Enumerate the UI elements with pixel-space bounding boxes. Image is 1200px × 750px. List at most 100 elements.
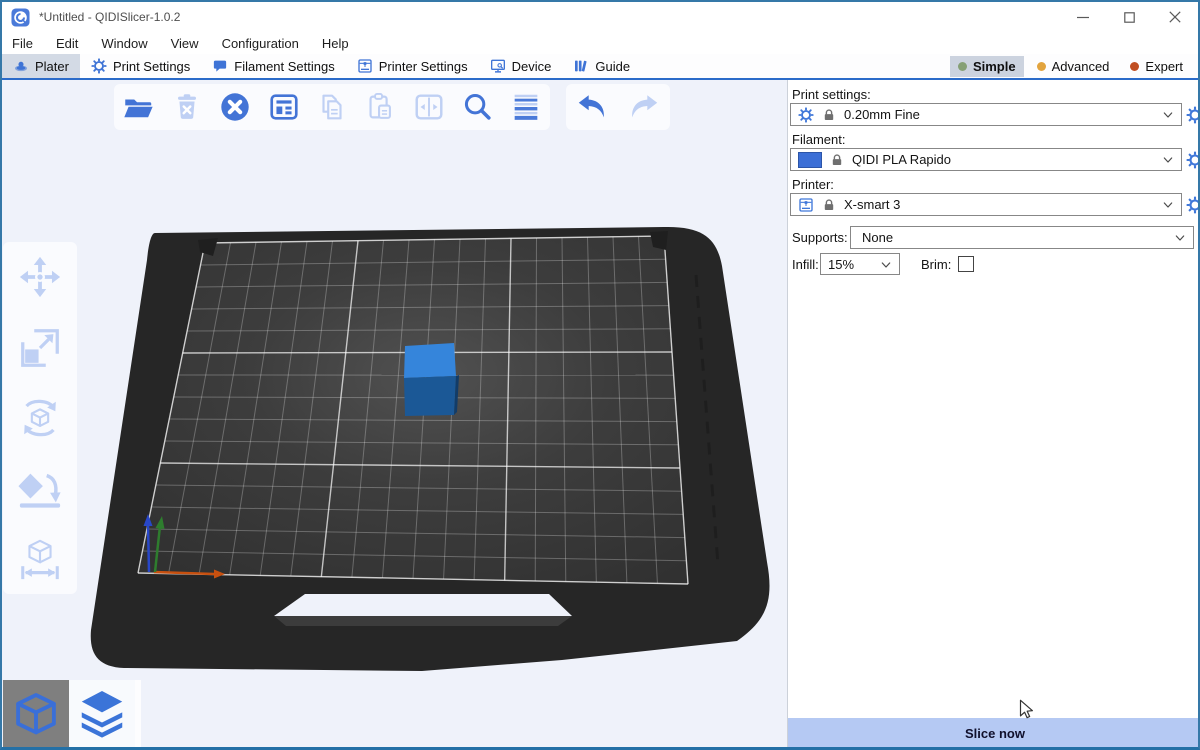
split-objects-button[interactable] — [412, 90, 446, 124]
menu-view[interactable]: View — [163, 34, 207, 53]
top-toolbar — [114, 84, 550, 130]
mode-expert[interactable]: Expert — [1122, 56, 1191, 77]
lock-icon — [830, 153, 844, 167]
copy-button[interactable] — [315, 90, 349, 124]
menu-configuration[interactable]: Configuration — [214, 34, 307, 53]
supports-label: Supports: — [792, 230, 848, 245]
edit-printer-button[interactable] — [1186, 196, 1200, 214]
edit-print-settings-button[interactable] — [1186, 106, 1200, 124]
mode-switcher: Simple Advanced Expert — [950, 54, 1198, 78]
advanced-mode-dot-icon — [1037, 62, 1046, 71]
filament-combo[interactable]: QIDI PLA Rapido — [790, 148, 1182, 171]
mode-label: Simple — [973, 59, 1016, 74]
model-cube[interactable] — [404, 343, 459, 416]
rotate-tool-button[interactable] — [17, 395, 63, 441]
print-settings-combo[interactable]: 0.20mm Fine — [790, 103, 1182, 126]
layers-preview-icon — [75, 687, 129, 741]
filament-label: Filament: — [792, 132, 845, 147]
mouse-cursor — [1015, 698, 1037, 720]
search-button[interactable] — [460, 90, 494, 124]
filament-icon — [212, 58, 228, 74]
tab-device[interactable]: Device — [479, 54, 563, 78]
chevron-down-icon — [1172, 230, 1188, 246]
supports-combo[interactable]: None — [850, 226, 1194, 249]
gear-icon — [91, 58, 107, 74]
printer-value: X-smart 3 — [844, 197, 900, 212]
redo-button[interactable] — [627, 90, 661, 124]
mode-advanced[interactable]: Advanced — [1029, 56, 1118, 77]
chevron-down-icon — [1160, 152, 1176, 168]
place-on-face-tool-button[interactable] — [17, 465, 63, 511]
slice-now-button[interactable]: Slice now — [788, 718, 1200, 749]
window-title: *Untitled - QIDISlicer-1.0.2 — [39, 10, 180, 24]
tab-label: Plater — [35, 59, 69, 74]
menu-window[interactable]: Window — [93, 34, 155, 53]
print-settings-label: Print settings: — [792, 87, 871, 102]
printer-icon — [357, 58, 373, 74]
settings-panel: Print settings: 0.20mm Fine Filament: QI… — [787, 80, 1200, 749]
infill-combo[interactable]: 15% — [820, 253, 900, 275]
printer-icon — [798, 197, 814, 213]
tab-label: Guide — [595, 59, 630, 74]
menu-help[interactable]: Help — [314, 34, 357, 53]
print-settings-value: 0.20mm Fine — [844, 107, 920, 122]
lock-icon — [822, 108, 836, 122]
infill-value: 15% — [828, 257, 854, 272]
app-window: *Untitled - QIDISlicer-1.0.2 File Edit W… — [0, 0, 1200, 750]
tab-print-settings[interactable]: Print Settings — [80, 54, 201, 78]
delete-all-button[interactable] — [218, 90, 252, 124]
expert-mode-dot-icon — [1130, 62, 1139, 71]
filament-color-swatch — [798, 152, 822, 168]
delete-button[interactable] — [170, 90, 204, 124]
left-toolbar — [3, 242, 77, 594]
lock-icon — [822, 198, 836, 212]
tab-label: Printer Settings — [379, 59, 468, 74]
mode-label: Expert — [1145, 59, 1183, 74]
tab-label: Print Settings — [113, 59, 190, 74]
move-tool-button[interactable] — [17, 254, 63, 300]
3d-editor-view-button[interactable] — [3, 680, 69, 747]
open-button[interactable] — [121, 90, 155, 124]
3d-scene[interactable] — [2, 80, 787, 749]
minimize-button[interactable] — [1060, 2, 1106, 32]
mode-label: Advanced — [1052, 59, 1110, 74]
printer-label: Printer: — [792, 177, 834, 192]
titlebar: *Untitled - QIDISlicer-1.0.2 — [2, 2, 1198, 32]
plater-icon — [13, 58, 29, 74]
edit-filament-button[interactable] — [1186, 151, 1200, 169]
tab-label: Filament Settings — [234, 59, 334, 74]
tabbar: Plater Print Settings Filament Settings … — [2, 54, 1198, 80]
tab-label: Device — [512, 59, 552, 74]
preview-view-button[interactable] — [69, 680, 135, 747]
maximize-button[interactable] — [1106, 2, 1152, 32]
printer-combo[interactable]: X-smart 3 — [790, 193, 1182, 216]
app-logo-icon — [11, 8, 30, 27]
menu-edit[interactable]: Edit — [48, 34, 86, 53]
undo-button[interactable] — [575, 90, 609, 124]
menu-file[interactable]: File — [4, 34, 41, 53]
3d-viewport[interactable] — [2, 80, 787, 749]
brim-checkbox[interactable] — [958, 256, 974, 272]
tab-filament-settings[interactable]: Filament Settings — [201, 54, 345, 78]
chevron-down-icon — [878, 257, 894, 273]
device-icon — [490, 58, 506, 74]
guide-icon — [573, 58, 589, 74]
mode-simple[interactable]: Simple — [950, 56, 1024, 77]
gear-icon — [798, 107, 814, 123]
scale-tool-button[interactable] — [17, 325, 63, 371]
chevron-down-icon — [1160, 197, 1176, 213]
infill-label: Infill: — [792, 257, 819, 272]
arrange-button[interactable] — [267, 90, 301, 124]
undo-redo-toolbar — [566, 84, 670, 130]
supports-value: None — [858, 230, 893, 245]
measure-tool-button[interactable] — [17, 536, 63, 582]
paste-button[interactable] — [363, 90, 397, 124]
variable-layer-height-button[interactable] — [509, 90, 543, 124]
bed-handle-cutout — [274, 594, 572, 616]
tab-guide[interactable]: Guide — [562, 54, 641, 78]
close-button[interactable] — [1152, 2, 1198, 32]
brim-label: Brim: — [921, 257, 951, 272]
simple-mode-dot-icon — [958, 62, 967, 71]
tab-plater[interactable]: Plater — [2, 54, 80, 78]
tab-printer-settings[interactable]: Printer Settings — [346, 54, 479, 78]
